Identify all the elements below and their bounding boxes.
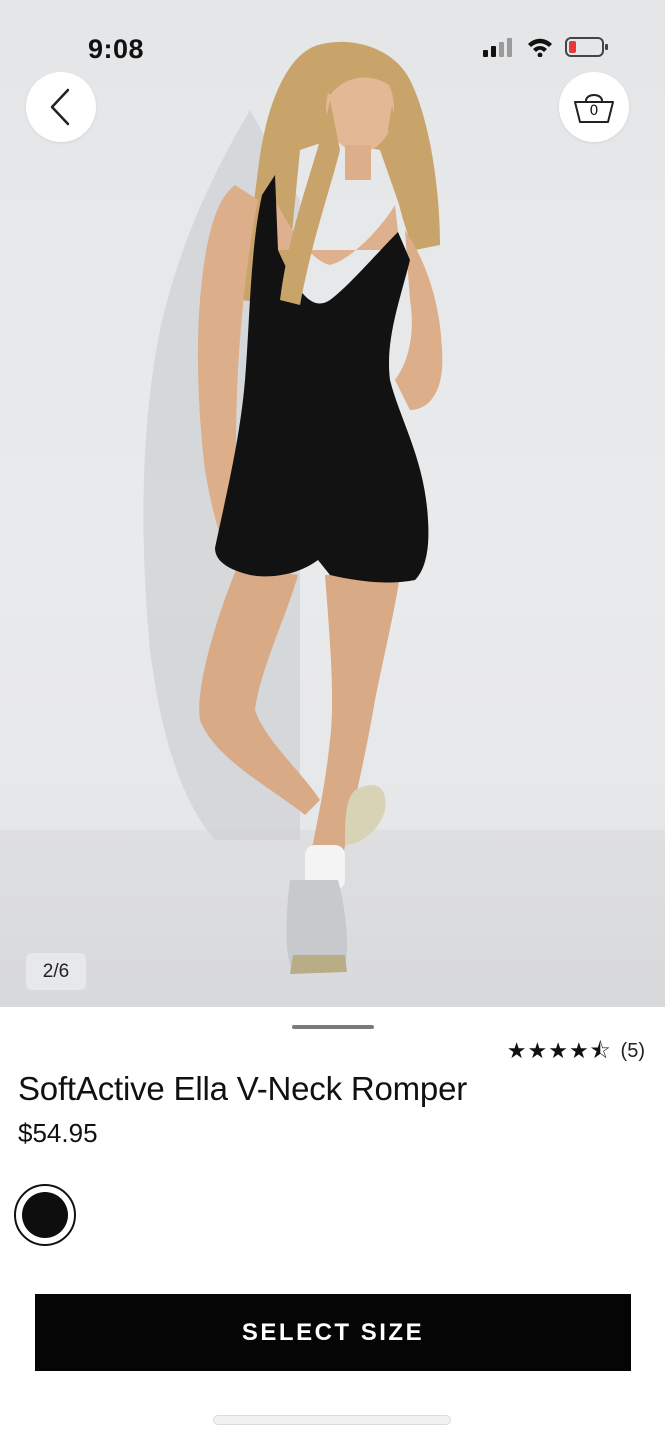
chevron-left-icon [50,88,70,126]
back-button[interactable] [26,72,96,142]
sheet-grabber-handle[interactable] [292,1025,374,1029]
select-size-button[interactable]: SELECT SIZE [35,1294,631,1371]
star-half-icon: ⯪ [589,1038,611,1064]
star-full-icon: ★ [506,1038,527,1064]
product-photo-model [143,41,443,974]
wifi-icon [528,38,552,57]
product-price: $54.95 [18,1118,98,1148]
star-full-icon: ★ [527,1038,548,1064]
rating-stars: ★ ★ ★ ★ ⯪ [506,1038,611,1064]
product-image-gallery[interactable] [0,0,665,1007]
star-full-icon: ★ [568,1038,589,1064]
product-title: SoftActive Ella V-Neck Romper [18,1070,468,1107]
status-bar-icons [483,36,609,58]
image-page-indicator: 2/6 [26,953,86,990]
color-swatch-black[interactable] [14,1184,76,1246]
review-count: (5) [620,1040,645,1062]
home-indicator[interactable] [213,1415,451,1425]
cart-count-badge: 0 [589,103,599,119]
star-full-icon: ★ [548,1038,568,1064]
cellular-signal-icon [483,38,512,57]
product-rating[interactable]: ★ ★ ★ ★ ⯪ (5) [507,1040,645,1063]
status-bar-time: 9:08 [88,34,145,64]
battery-low-icon [565,37,608,57]
color-swatch-dot [22,1192,68,1238]
cart-button[interactable]: 0 [559,72,629,142]
